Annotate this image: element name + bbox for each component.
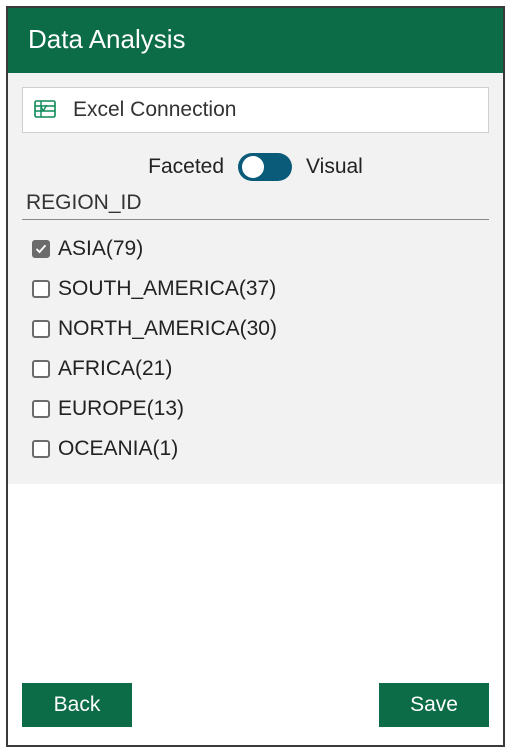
dialog-title: Data Analysis: [28, 24, 186, 54]
facet-item-south-america[interactable]: SOUTH_AMERICA(37): [32, 272, 489, 306]
facet-item-asia[interactable]: ASIA(79): [32, 232, 489, 266]
dialog-content: Excel Connection Faceted Visual REGION_I…: [8, 73, 503, 745]
facet-item-oceania[interactable]: OCEANIA(1): [32, 432, 489, 466]
checkbox[interactable]: [32, 240, 50, 258]
back-button[interactable]: Back: [22, 683, 132, 727]
connection-selector[interactable]: Excel Connection: [22, 87, 489, 133]
dialog-header: Data Analysis: [8, 8, 503, 73]
view-mode-toggle-row: Faceted Visual: [22, 153, 489, 181]
save-button[interactable]: Save: [379, 683, 489, 727]
toggle-knob: [242, 156, 264, 178]
dialog-panel: Data Analysis Excel Connection Faceted V…: [6, 6, 505, 747]
toggle-label-faceted: Faceted: [148, 155, 224, 179]
checkbox[interactable]: [32, 400, 50, 418]
facet-item-label: EUROPE(13): [58, 397, 184, 421]
view-mode-toggle[interactable]: [238, 153, 292, 181]
facet-item-label: OCEANIA(1): [58, 437, 178, 461]
facet-list: ASIA(79) SOUTH_AMERICA(37) NORTH_AMERICA…: [22, 226, 489, 472]
checkbox[interactable]: [32, 360, 50, 378]
facet-item-label: AFRICA(21): [58, 357, 172, 381]
dialog-footer: Back Save: [8, 665, 503, 745]
excel-sheet-icon: [33, 98, 57, 122]
checkbox[interactable]: [32, 440, 50, 458]
facet-item-label: NORTH_AMERICA(30): [58, 317, 277, 341]
checkbox[interactable]: [32, 320, 50, 338]
toggle-label-visual: Visual: [306, 155, 363, 179]
facet-item-label: SOUTH_AMERICA(37): [58, 277, 276, 301]
facet-group-title: REGION_ID: [26, 191, 489, 215]
connection-label: Excel Connection: [73, 98, 236, 122]
facet-item-label: ASIA(79): [58, 237, 143, 261]
empty-area: [8, 484, 503, 665]
facet-item-north-america[interactable]: NORTH_AMERICA(30): [32, 312, 489, 346]
facet-item-africa[interactable]: AFRICA(21): [32, 352, 489, 386]
checkbox[interactable]: [32, 280, 50, 298]
facet-item-europe[interactable]: EUROPE(13): [32, 392, 489, 426]
facet-divider: [22, 219, 489, 220]
